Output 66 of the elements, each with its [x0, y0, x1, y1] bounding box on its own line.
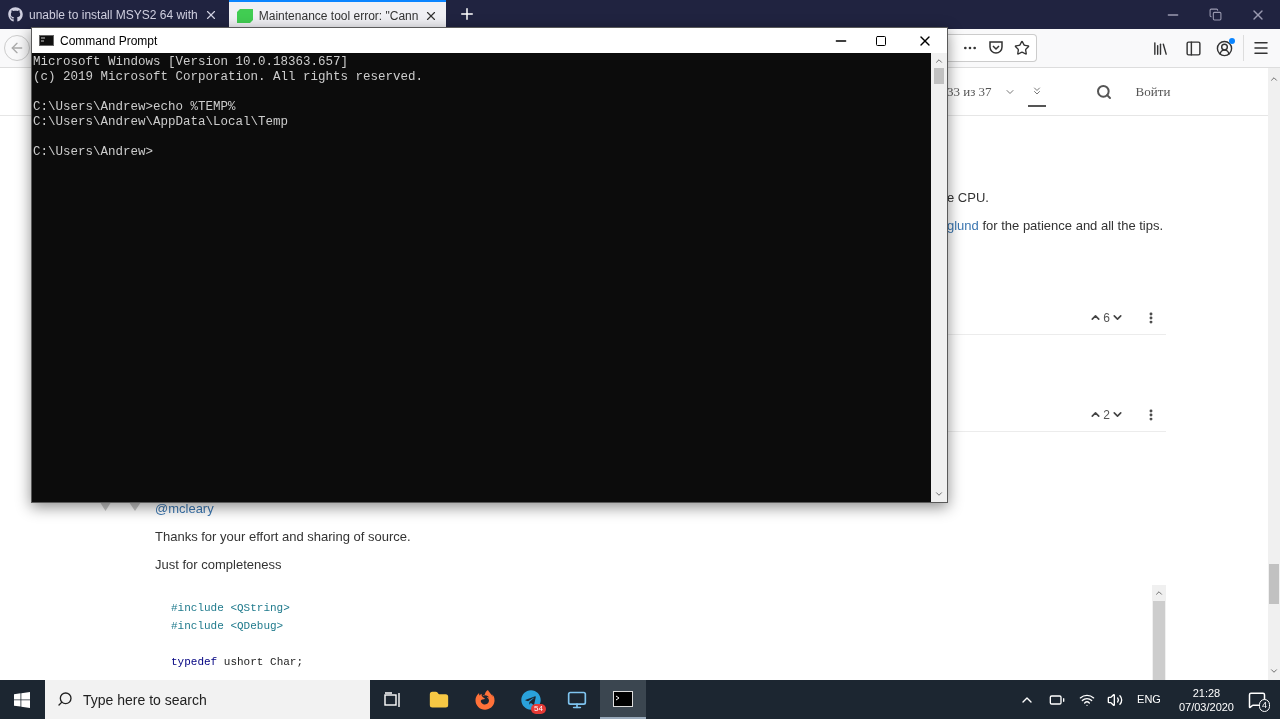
- terminal-icon: [613, 690, 633, 707]
- task-view-icon: [384, 691, 402, 708]
- menu-icon[interactable]: [1252, 39, 1270, 57]
- browser-tab[interactable]: Maintenance tool error: "Cann: [228, 0, 447, 29]
- console-line: C:\Users\Andrew\AppData\Local\Temp: [33, 115, 290, 130]
- account-icon[interactable]: [1216, 39, 1233, 57]
- console-line: Microsoft Windows [Version 10.0.18363.657]: [33, 55, 350, 70]
- scroll-down-icon[interactable]: [1269, 666, 1279, 676]
- taskbar-app[interactable]: [600, 680, 646, 719]
- code-line: #include <QString>: [171, 601, 291, 616]
- scroll-up-icon[interactable]: [1154, 588, 1164, 598]
- tab-title: unable to install MSYS2 64 with: [29, 6, 198, 24]
- user-link[interactable]: glund: [947, 218, 979, 234]
- time-text: 21:28: [1192, 685, 1221, 700]
- star-icon[interactable]: [1014, 40, 1030, 56]
- terminal-icon: [39, 35, 54, 46]
- scroll-down-icon[interactable]: [934, 489, 944, 499]
- vote-count: 6: [1103, 309, 1110, 327]
- search-icon[interactable]: [1095, 83, 1112, 100]
- logo-icon: [236, 8, 253, 23]
- pocket-icon[interactable]: [988, 40, 1004, 56]
- reply-text: Thanks for your effort and sharing of source.: [155, 528, 411, 547]
- date-text: 07/03/2020: [1178, 699, 1234, 714]
- clock[interactable]: 21:28 07/03/2020: [1178, 685, 1234, 714]
- scrollbar-thumb[interactable]: [1269, 564, 1279, 604]
- vote-count: 2: [1103, 406, 1110, 424]
- monitor-icon: [567, 689, 587, 710]
- code-line: #include <QDebug>: [171, 619, 285, 634]
- console-line: C:\Users\Andrew>echo %TEMP%: [33, 100, 237, 115]
- notification-count: 4: [1259, 698, 1270, 712]
- scroll-up-icon[interactable]: [934, 56, 944, 66]
- answer-text: glund for the patience and all the tips.: [947, 217, 1164, 236]
- speaker-icon[interactable]: [1107, 691, 1124, 708]
- windows-logo-icon[interactable]: [14, 691, 30, 708]
- code-scrollbar[interactable]: [1152, 585, 1166, 680]
- firefox-icon: [475, 689, 495, 710]
- github-icon: [8, 7, 23, 22]
- language-indicator[interactable]: ENG: [1137, 691, 1161, 708]
- scrollbar-thumb[interactable]: [1153, 601, 1165, 680]
- browser-tab[interactable]: unable to install MSYS2 64 with: [0, 0, 226, 29]
- search-icon: [57, 691, 73, 707]
- restore-icon[interactable]: [1209, 8, 1222, 21]
- page-counter[interactable]: 33 из 37: [947, 81, 992, 102]
- address-bar[interactable]: [947, 34, 1037, 62]
- window-title: Command Prompt: [60, 32, 158, 50]
- user-link[interactable]: @mcleary: [155, 499, 214, 519]
- telegram-icon: [521, 689, 541, 710]
- console-line: (c) 2019 Microsoft Corporation. All rights reserved.: [33, 70, 425, 85]
- scrollbar-thumb[interactable]: [934, 68, 944, 84]
- page-scrollbar[interactable]: [1268, 68, 1280, 680]
- search-field[interactable]: Type here to search: [45, 680, 370, 719]
- code-line: typedef ushort Char;: [171, 655, 305, 670]
- tab-title: Maintenance tool error: "Cann: [258, 7, 419, 25]
- taskbar-app[interactable]: 54: [508, 680, 554, 719]
- login-link[interactable]: Войти: [1135, 81, 1171, 102]
- sidebar-icon[interactable]: [1185, 39, 1202, 57]
- library-icon[interactable]: [1152, 39, 1169, 57]
- console-line: C:\Users\Andrew>: [33, 145, 155, 160]
- unread-badge: 54: [531, 704, 546, 714]
- reply-text: Just for completeness: [155, 556, 282, 575]
- scroll-up-icon[interactable]: [1269, 74, 1279, 84]
- maximize-icon[interactable]: [875, 34, 887, 47]
- folder-icon: [429, 689, 449, 710]
- answer-text: e CPU.: [947, 189, 989, 208]
- notifications-icon[interactable]: [1248, 690, 1266, 709]
- console-scrollbar[interactable]: [931, 53, 947, 502]
